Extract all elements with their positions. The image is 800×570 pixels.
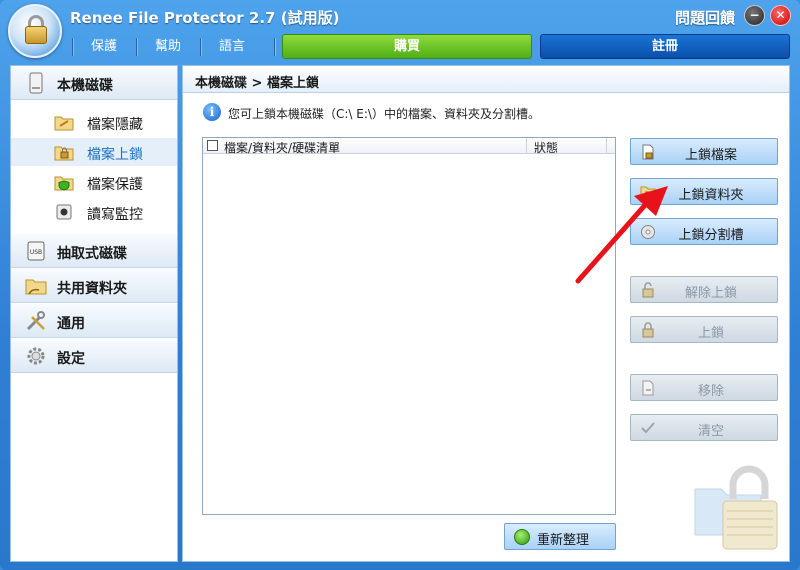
main-panel: 本機磁碟 > 檔案上鎖 i 您可上鎖本機磁碟（C:\ E:\）中的檔案、資料夾及…: [182, 65, 790, 562]
nav-file-protect[interactable]: 檔案保護: [11, 168, 177, 196]
button-label: 上鎖資料夾: [678, 188, 744, 203]
info-text: 您可上鎖本機磁碟（C:\ E:\）中的檔案、資料夾及分割槽。: [228, 107, 540, 121]
svg-text:USB: USB: [30, 249, 42, 256]
breadcrumb-bar: 本機磁碟 > 檔案上鎖: [183, 66, 789, 93]
info-icon: i: [203, 103, 221, 121]
refresh-icon: [514, 529, 530, 545]
nav-shared-folder[interactable]: 共用資料夾: [11, 269, 177, 303]
refresh-label: 重新整理: [537, 533, 590, 548]
menu-help[interactable]: 幫助: [136, 36, 200, 58]
nav-label: 通用: [57, 316, 85, 332]
list-header: 檔案/資料夾/硬碟清單 狀態: [203, 138, 615, 156]
button-label: 移除: [697, 384, 724, 399]
shared-folder-icon: [25, 279, 47, 295]
breadcrumb: 本機磁碟 > 檔案上鎖: [195, 76, 319, 91]
button-label: 上鎖分割槽: [678, 228, 744, 243]
feedback-link[interactable]: 問題回饋: [675, 7, 735, 28]
gear-icon: [27, 347, 45, 365]
protected-folder-icon: [54, 176, 74, 191]
nav-label: 共用資料夾: [57, 281, 127, 297]
nav-label: 抽取式磁碟: [57, 246, 127, 262]
clear-button[interactable]: 清空: [630, 414, 778, 441]
monitor-icon: [56, 204, 72, 220]
nav-label: 讀寫監控: [87, 207, 143, 223]
nav-general[interactable]: 通用: [11, 304, 177, 338]
menu-protect[interactable]: 保護: [72, 36, 136, 58]
padlock-watermark-icon: [694, 465, 778, 550]
unlock-button[interactable]: 解除上鎖: [630, 276, 778, 303]
button-label: 上鎖檔案: [684, 148, 737, 163]
nav-file-lock[interactable]: 檔案上鎖: [11, 138, 177, 166]
nav-label: 檔案隱藏: [87, 117, 143, 133]
app-logo-icon: [8, 4, 62, 58]
nav-removable-disk[interactable]: USB 抽取式磁碟: [11, 234, 177, 268]
button-label: 上鎖: [697, 326, 724, 341]
sidebar: 本機磁碟 檔案隱藏 檔案上鎖 檔案保護 讀寫監控 USB 抽取式磁碟 共用資料夾…: [10, 65, 178, 562]
nav-label: 檔案保護: [87, 177, 143, 193]
tools-icon: [26, 311, 45, 331]
nav-label: 本機磁碟: [57, 78, 113, 94]
refresh-button[interactable]: 重新整理: [504, 523, 616, 550]
file-list[interactable]: 檔案/資料夾/硬碟清單 狀態: [202, 137, 616, 515]
button-label: 解除上鎖: [684, 286, 737, 301]
app-title: Renee File Protector 2.7 (試用版): [70, 9, 340, 27]
close-button[interactable]: ✕: [770, 5, 791, 26]
lock-button[interactable]: 上鎖: [630, 316, 778, 343]
minimize-button[interactable]: −: [744, 5, 765, 26]
nav-rw-monitor[interactable]: 讀寫監控: [11, 198, 177, 226]
usb-drive-icon: USB: [27, 241, 45, 261]
title-bar: Renee File Protector 2.7 (試用版) 問題回饋 − ✕: [0, 0, 800, 34]
hidden-folder-icon: [54, 116, 74, 131]
app-window: Renee File Protector 2.7 (試用版) 問題回饋 − ✕ …: [0, 0, 800, 570]
lock-partition-button[interactable]: 上鎖分割槽: [630, 218, 778, 245]
locked-folder-icon: [54, 146, 74, 161]
lock-folder-button[interactable]: 上鎖資料夾: [630, 178, 778, 205]
select-all-checkbox[interactable]: [207, 140, 218, 151]
hard-disk-icon: [29, 72, 43, 94]
nav-local-disk[interactable]: 本機磁碟: [11, 66, 177, 100]
menu-language[interactable]: 語言: [200, 36, 264, 58]
nav-settings[interactable]: 設定: [11, 339, 177, 373]
remove-button[interactable]: 移除: [630, 374, 778, 401]
nav-file-hide[interactable]: 檔案隱藏: [11, 108, 177, 136]
column-header-name[interactable]: 檔案/資料夾/硬碟清單: [224, 139, 340, 156]
buy-button[interactable]: 購買: [282, 34, 532, 59]
lock-file-button[interactable]: 上鎖檔案: [630, 138, 778, 165]
button-label: 清空: [697, 424, 724, 439]
nav-label: 設定: [57, 351, 85, 367]
register-button[interactable]: 註冊: [540, 34, 790, 59]
column-header-status[interactable]: 狀態: [534, 139, 558, 156]
nav-label: 檔案上鎖: [87, 147, 143, 163]
